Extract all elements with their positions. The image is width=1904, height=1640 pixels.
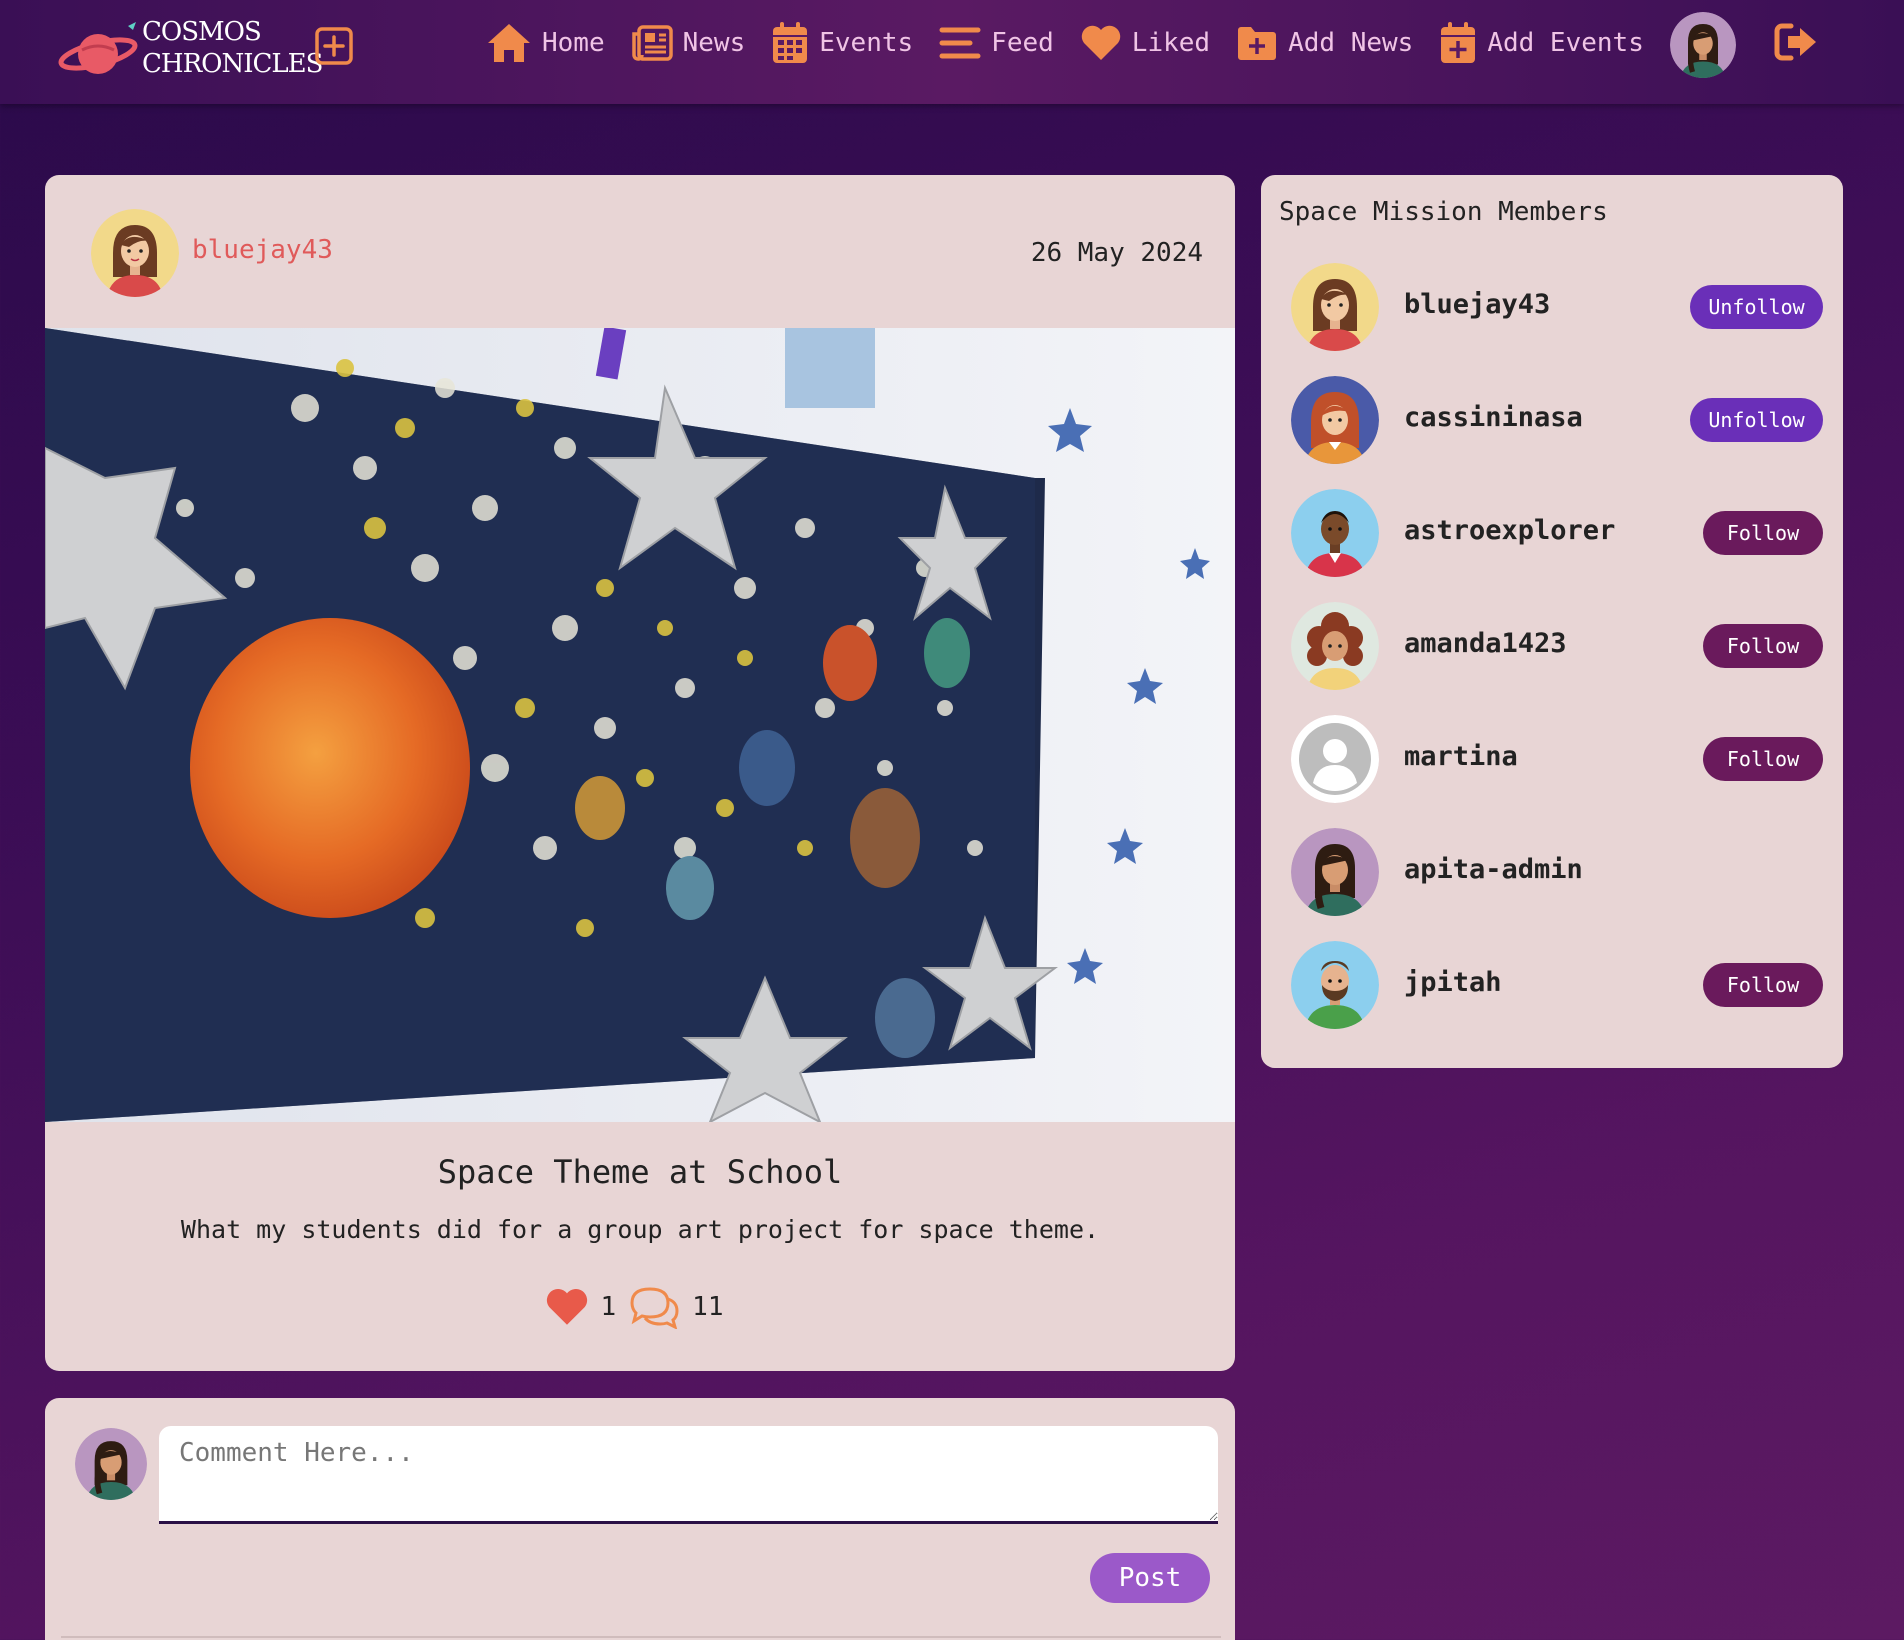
home-icon [488,24,530,62]
comment-input[interactable] [159,1426,1218,1524]
comments-button[interactable]: 11 [628,1285,735,1329]
user-avatar[interactable] [1670,12,1736,78]
brand-title: COSMOS CHRONICLES [142,17,323,79]
comment-divider [61,1636,1221,1638]
member-row: jpitah Follow [1261,935,1843,1035]
navbar: COSMOS CHRONICLES Home News Events Feed … [0,0,1904,104]
member-name[interactable]: amanda1423 [1404,628,1567,659]
avatar-man-beard-icon [1291,941,1379,1029]
default-user-icon [1291,715,1379,803]
member-avatar[interactable] [1291,602,1379,690]
members-title: Space Mission Members [1279,197,1608,227]
nav-events[interactable]: Events [771,21,913,65]
comment-form: Post [45,1398,1235,1640]
avatar-man-blue-bg-icon [1291,489,1379,577]
member-name[interactable]: apita-admin [1404,854,1583,885]
member-name[interactable]: cassininasa [1404,402,1583,433]
member-avatar[interactable] [1291,715,1379,803]
post-card: bluejay43 26 May 2024 Space Theme at Sch… [45,175,1235,1371]
member-avatar[interactable] [1291,828,1379,916]
nav-home-label: Home [542,28,605,58]
nav-liked-label: Liked [1131,28,1211,58]
nav-home[interactable]: Home [486,22,605,64]
member-row: apita-admin [1261,822,1843,922]
nav-liked[interactable]: Liked [1080,24,1210,62]
newspaper-icon [631,25,673,61]
avatar-woman-dark-hair-icon [1291,828,1379,916]
avatar-woman-yellow-bg-icon [91,209,179,297]
brand-logo[interactable]: COSMOS CHRONICLES [58,8,323,88]
nav-add-news-label: Add News [1288,28,1414,58]
member-row: martina Follow [1261,709,1843,809]
post-image[interactable] [45,328,1235,1122]
post-comment-button[interactable]: Post [1090,1553,1210,1603]
post-date: 26 May 2024 [1030,238,1203,268]
post-stats: 1 11 [45,1285,1235,1329]
avatar-woman-curly-hair-icon [1291,602,1379,690]
avatar-woman-red-hair-icon [1291,376,1379,464]
member-name[interactable]: jpitah [1404,967,1502,998]
member-avatar[interactable] [1291,489,1379,577]
unfollow-button[interactable]: Unfollow [1690,285,1823,329]
member-name[interactable]: martina [1404,741,1518,772]
unfollow-button[interactable]: Unfollow [1690,398,1823,442]
comment-count: 11 [692,1292,724,1322]
nav-feed[interactable]: Feed [939,25,1054,61]
calendar-icon [773,22,808,63]
planet-logo-icon [58,22,138,74]
follow-button[interactable]: Follow [1703,737,1823,781]
avatar-woman-yellow-bg-icon [1291,263,1379,351]
post-title: Space Theme at School [437,1153,843,1191]
avatar-woman-dark-hair-icon [75,1428,147,1500]
calendar-plus-icon [1441,22,1476,63]
follow-button[interactable]: Follow [1703,963,1823,1007]
member-name[interactable]: bluejay43 [1404,289,1550,320]
nav-add-news[interactable]: Add News [1236,24,1413,62]
feed-icon [939,27,981,59]
member-row: astroexplorer Follow [1261,483,1843,583]
like-count: 1 [600,1292,617,1322]
post-author-avatar[interactable] [91,209,179,297]
create-post-icon[interactable] [314,26,354,66]
post-author-username[interactable]: bluejay43 [192,235,333,265]
follow-button[interactable]: Follow [1703,624,1823,668]
nav-news-label: News [682,28,746,58]
like-button[interactable]: 1 [545,1287,629,1327]
member-avatar[interactable] [1291,376,1379,464]
commenter-avatar [75,1428,147,1500]
nav-news[interactable]: News [631,24,746,62]
heart-filled-icon [546,1288,587,1325]
member-avatar[interactable] [1291,263,1379,351]
avatar-woman-dark-hair-icon [1670,12,1736,78]
members-panel: Space Mission Members bluejay43 Unfollow [1261,175,1843,1068]
heart-icon [1081,25,1120,61]
folder-plus-icon [1238,27,1277,60]
follow-button[interactable]: Follow [1703,511,1823,555]
member-row: amanda1423 Follow [1261,596,1843,696]
nav-add-events-label: Add Events [1487,28,1644,58]
member-name[interactable]: astroexplorer [1404,515,1615,546]
logout-icon[interactable] [1774,22,1818,62]
post-description: What my students did for a group art pro… [180,1215,1100,1244]
nav-events-label: Events [819,28,914,58]
post-header: bluejay43 26 May 2024 [45,175,1235,328]
member-row: bluejay43 Unfollow [1261,257,1843,357]
comments-icon [630,1287,679,1329]
nav-add-events[interactable]: Add Events [1439,21,1644,65]
nav-feed-label: Feed [991,28,1054,58]
member-avatar[interactable] [1291,941,1379,1029]
nav-links: Home News Events Feed Liked Add News Add… [486,0,1670,86]
member-row: cassininasa Unfollow [1261,370,1843,470]
